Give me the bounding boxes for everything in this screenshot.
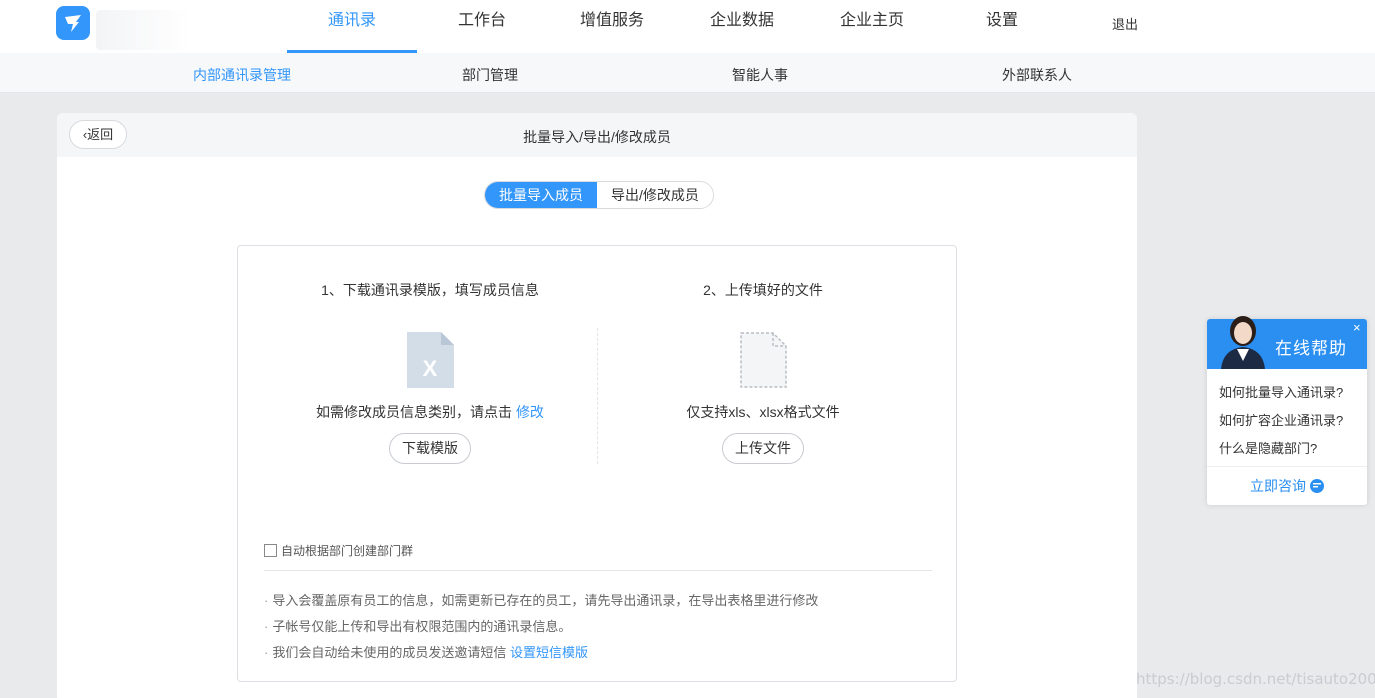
step2-title: 2、上传填好的文件 [703,282,823,298]
consult-now-button[interactable]: 立即咨询 [1207,476,1367,496]
step1-title: 1、下载通讯录模版，填写成员信息 [321,282,539,298]
modify-link[interactable]: 修改 [516,404,544,420]
import-panel: 1、下载通讯录模版，填写成员信息 X 如需修改成员信息类别，请点击 修改 下载模… [237,245,957,682]
auto-group-option: 自动根据部门创建部门群 [264,542,413,559]
note-sms: 我们会自动给未使用的成员发送邀请短信 [272,645,507,660]
nav-value-added[interactable]: 增值服务 [547,0,677,53]
subnav-smart-hr[interactable]: 智能人事 [732,65,788,85]
card-header: ‹返回 批量导入/导出/修改成员 [57,113,1137,157]
tab-export-modify[interactable]: 导出/修改成员 [597,182,713,208]
nav-workbench[interactable]: 工作台 [417,0,547,53]
note-subaccount: 子帐号仅能上传和导出有权限范围内的通讯录信息。 [272,619,572,634]
sms-template-link[interactable]: 设置短信模版 [510,645,588,660]
nav-contacts[interactable]: 通讯录 [287,0,417,53]
blank-file-icon [740,332,787,393]
nav-enterprise-data[interactable]: 企业数据 [677,0,807,53]
auto-group-label: 自动根据部门创建部门群 [281,544,414,558]
step1-desc-text: 如需修改成员信息类别，请点击 [316,404,513,420]
tab-batch-import[interactable]: 批量导入成员 [485,182,597,208]
bullet: · [264,619,269,634]
help-divider [1207,466,1367,467]
help-header: 在线帮助 × [1207,316,1367,369]
nav-settings[interactable]: 设置 [937,0,1067,53]
note-item: · 子帐号仅能上传和导出有权限范围内的通讯录信息。 [264,614,818,640]
logout-link[interactable]: 退出 [1112,14,1138,33]
download-template-button[interactable]: 下载模版 [389,433,471,464]
close-icon[interactable]: × [1353,320,1361,335]
notes-divider [264,570,932,571]
top-navbar: 通讯录 工作台 增值服务 企业数据 企业主页 设置 退出 [0,0,1375,53]
step1-desc: 如需修改成员信息类别，请点击 修改 [250,402,610,422]
support-agent-avatar [1215,309,1271,369]
mode-tabs: 批量导入成员 导出/修改成员 [484,181,714,209]
help-question[interactable]: 如何批量导入通讯录? [1219,382,1343,401]
note-item: · 导入会覆盖原有员工的信息，如需更新已存在的员工，请先导出通讯录，在导出表格里进… [264,588,818,614]
note-item: · 我们会自动给未使用的成员发送邀请短信 设置短信模版 [264,640,818,666]
watermark: https://blog.csdn.net/tisauto2008 [1136,670,1375,688]
consult-label: 立即咨询 [1250,478,1306,494]
excel-letter: X [423,356,438,381]
import-card: ‹返回 批量导入/导出/修改成员 批量导入成员 导出/修改成员 1、下载通讯录模… [57,113,1137,698]
bullet: · [264,645,269,660]
excel-file-icon: X [407,332,454,393]
subnav-external-contacts[interactable]: 外部联系人 [1002,65,1072,85]
page-title: 批量导入/导出/修改成员 [523,129,671,145]
auto-group-checkbox[interactable] [264,544,277,557]
subnav-internal-contacts[interactable]: 内部通讯录管理 [193,65,291,85]
upload-file-button[interactable]: 上传文件 [722,433,804,464]
sub-navbar: 内部通讯录管理 部门管理 智能人事 外部联系人 [0,53,1375,93]
step-divider [597,328,598,464]
dingtalk-logo-icon[interactable] [56,6,90,40]
help-question[interactable]: 什么是隐藏部门? [1219,438,1317,457]
note-overwrite: 导入会覆盖原有员工的信息，如需更新已存在的员工，请先导出通讯录，在导出表格里进行… [272,593,819,608]
subnav-department[interactable]: 部门管理 [462,65,518,85]
online-help-widget: 在线帮助 × 如何批量导入通讯录? 如何扩容企业通讯录? 什么是隐藏部门? 立即… [1207,316,1367,505]
main-nav: 通讯录 工作台 增值服务 企业数据 企业主页 设置 [287,0,1067,53]
company-name-blurred [96,10,192,50]
nav-enterprise-home[interactable]: 企业主页 [807,0,937,53]
bullet: · [264,593,269,608]
help-question[interactable]: 如何扩容企业通讯录? [1219,410,1343,429]
chat-bubble-icon [1310,479,1324,493]
notes-list: · 导入会覆盖原有员工的信息，如需更新已存在的员工，请先导出通讯录，在导出表格里进… [264,588,818,666]
step2-desc: 仅支持xls、xlsx格式文件 [686,404,840,420]
help-title: 在线帮助 [1275,339,1347,358]
